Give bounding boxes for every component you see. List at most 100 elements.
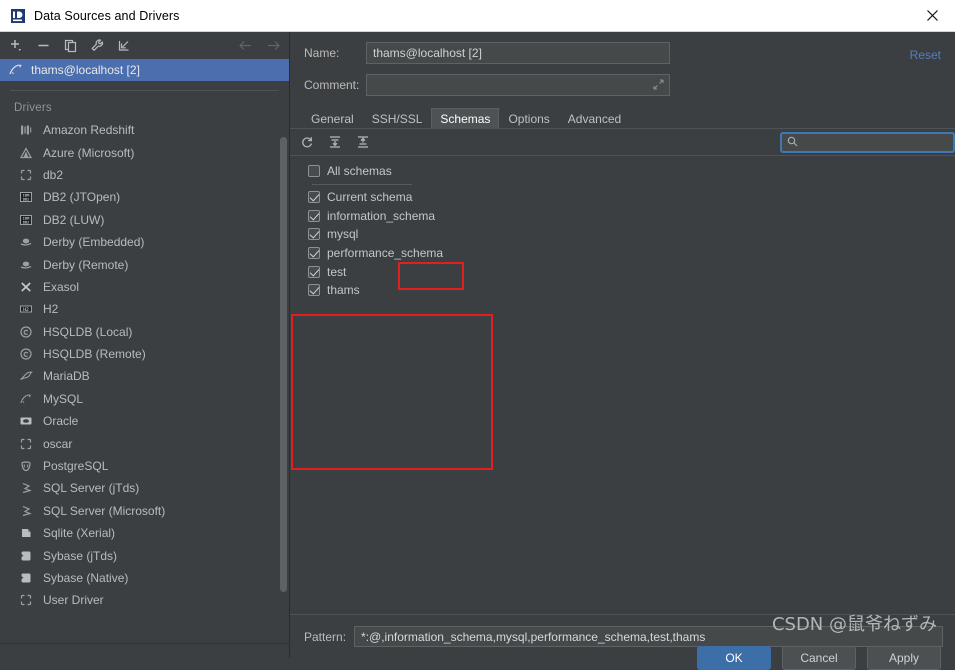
duplicate-data-source-button[interactable] xyxy=(62,38,78,54)
sqlserver-icon xyxy=(18,503,34,519)
driver-label: PostgreSQL xyxy=(43,459,109,474)
hsqldb-icon xyxy=(18,346,34,362)
cancel-button[interactable]: Cancel xyxy=(782,646,856,670)
pattern-input[interactable]: *:@,information_schema,mysql,performance… xyxy=(354,626,943,647)
schema-list-area: All schemas Current schema information_s… xyxy=(290,155,955,614)
schema-row-test[interactable]: test xyxy=(308,262,955,281)
schema-row-all-schemas[interactable]: All schemas xyxy=(308,162,955,181)
remove-data-source-button[interactable] xyxy=(35,38,51,54)
driver-item-hsqldb-remote[interactable]: HSQLDB (Remote) xyxy=(0,343,289,365)
expand-comment-icon[interactable] xyxy=(653,79,664,93)
driver-item-h2[interactable]: H2 H2 xyxy=(0,298,289,320)
driver-label: Oracle xyxy=(43,414,79,429)
driver-item-amazon-redshift[interactable]: Amazon Redshift xyxy=(0,119,289,141)
apply-button[interactable]: Apply xyxy=(867,646,941,670)
generic-db-icon xyxy=(18,436,34,452)
add-data-source-button[interactable] xyxy=(8,38,24,54)
schema-label: All schemas xyxy=(327,164,392,179)
drivers-list: Amazon Redshift Azure (Microsoft) db2 IB… xyxy=(0,119,289,658)
exasol-icon xyxy=(18,279,34,295)
driver-item-exasol[interactable]: Exasol xyxy=(0,276,289,298)
mariadb-icon xyxy=(18,368,34,384)
expand-all-icon[interactable] xyxy=(327,134,343,150)
driver-item-sql-server-microsoft[interactable]: SQL Server (Microsoft) xyxy=(0,500,289,522)
sybase-icon xyxy=(18,548,34,564)
h2-icon: H2 xyxy=(18,301,34,317)
close-window-button[interactable] xyxy=(909,0,955,31)
driver-item-mysql[interactable]: MySQL xyxy=(0,388,289,410)
tab-options[interactable]: Options xyxy=(499,108,558,129)
driver-item-sql-server-jtds[interactable]: SQL Server (jTds) xyxy=(0,477,289,499)
driver-label: db2 xyxy=(43,167,64,182)
schema-row-performance-schema[interactable]: performance_schema xyxy=(308,244,955,263)
schema-checkbox[interactable] xyxy=(308,284,320,297)
comment-row: Comment: xyxy=(290,74,955,96)
search-input[interactable] xyxy=(803,135,948,150)
driver-label: Sybase (Native) xyxy=(43,571,129,585)
left-panel-bottom-divider xyxy=(0,643,289,644)
schema-checkbox[interactable] xyxy=(308,247,320,260)
drivers-scrollbar[interactable] xyxy=(280,137,287,592)
derby-icon xyxy=(18,257,34,273)
name-input[interactable]: thams@localhost [2] xyxy=(366,42,670,64)
tab-schemas[interactable]: Schemas xyxy=(431,108,500,129)
nav-back-button[interactable] xyxy=(237,38,253,54)
tab-advanced[interactable]: Advanced xyxy=(559,108,630,129)
schema-label: information_schema xyxy=(327,208,436,223)
schema-checkbox[interactable] xyxy=(308,191,320,204)
schema-row-mysql[interactable]: mysql xyxy=(308,225,955,244)
datagrip-icon xyxy=(10,8,26,24)
driver-item-sqlite-xerial[interactable]: Sqlite (Xerial) xyxy=(0,522,289,544)
tab-ssh-ssl[interactable]: SSH/SSL xyxy=(363,108,432,129)
oracle-icon xyxy=(18,413,34,429)
driver-item-derby-embedded[interactable]: Derby (Embedded) xyxy=(0,231,289,253)
pattern-label: Pattern: xyxy=(304,629,347,644)
tab-general[interactable]: General xyxy=(302,108,363,129)
driver-label: HSQLDB (Remote) xyxy=(43,347,146,362)
svg-text:DB2: DB2 xyxy=(23,198,30,202)
driver-item-db2-jtopen[interactable]: IBM DB2 DB2 (JTOpen) xyxy=(0,186,289,208)
schema-checkbox[interactable] xyxy=(308,228,320,241)
schema-row-information-schema[interactable]: information_schema xyxy=(308,206,955,225)
driver-item-db2-luw[interactable]: IBM DB2 DB2 (LUW) xyxy=(0,209,289,231)
window-title: Data Sources and Drivers xyxy=(34,8,180,23)
mysql-icon xyxy=(8,62,24,78)
driver-label: Amazon Redshift xyxy=(43,123,135,138)
tab-label: SSH/SSL xyxy=(371,111,423,126)
driver-item-hsqldb-local[interactable]: HSQLDB (Local) xyxy=(0,321,289,343)
ok-button[interactable]: OK xyxy=(697,646,771,670)
search-icon xyxy=(787,136,798,150)
driver-item-azure-microsoft[interactable]: Azure (Microsoft) xyxy=(0,141,289,163)
driver-item-mariadb[interactable]: MariaDB xyxy=(0,365,289,387)
driver-item-oscar[interactable]: oscar xyxy=(0,432,289,454)
properties-wrench-icon[interactable] xyxy=(89,38,105,54)
collapse-all-icon[interactable] xyxy=(355,134,371,150)
driver-label: Derby (Embedded) xyxy=(43,235,145,250)
schema-row-current-schema[interactable]: Current schema xyxy=(308,188,955,207)
tab-label: Schemas xyxy=(440,111,491,126)
driver-item-postgresql[interactable]: PostgreSQL xyxy=(0,455,289,477)
generic-db-icon xyxy=(18,592,34,608)
search-box[interactable] xyxy=(780,132,955,153)
schema-row-thams[interactable]: thams xyxy=(308,281,955,300)
driver-item-db2[interactable]: db2 xyxy=(0,164,289,186)
schema-checkbox[interactable] xyxy=(308,265,320,278)
driver-item-oracle[interactable]: Oracle xyxy=(0,410,289,432)
driver-item-derby-remote[interactable]: Derby (Remote) xyxy=(0,253,289,275)
data-source-item-thams-localhost[interactable]: thams@localhost [2] xyxy=(0,59,289,81)
reset-link[interactable]: Reset xyxy=(910,48,941,62)
driver-label: Exasol xyxy=(43,279,80,294)
driver-item-sybase-jtds[interactable]: Sybase (jTds) xyxy=(0,544,289,566)
comment-input[interactable] xyxy=(366,74,670,96)
generic-db-icon xyxy=(18,167,34,183)
import-button[interactable] xyxy=(116,38,132,54)
driver-label: SQL Server (Microsoft) xyxy=(43,503,166,518)
driver-item-user-driver[interactable]: User Driver xyxy=(0,589,289,611)
driver-item-sybase-native[interactable]: Sybase (Native) xyxy=(0,567,289,589)
driver-label: SQL Server (jTds) xyxy=(43,481,140,496)
driver-label: Azure (Microsoft) xyxy=(43,145,135,160)
nav-forward-button[interactable] xyxy=(265,38,281,54)
refresh-icon[interactable] xyxy=(299,134,315,150)
schema-checkbox[interactable] xyxy=(308,209,320,222)
schema-checkbox[interactable] xyxy=(308,165,320,178)
